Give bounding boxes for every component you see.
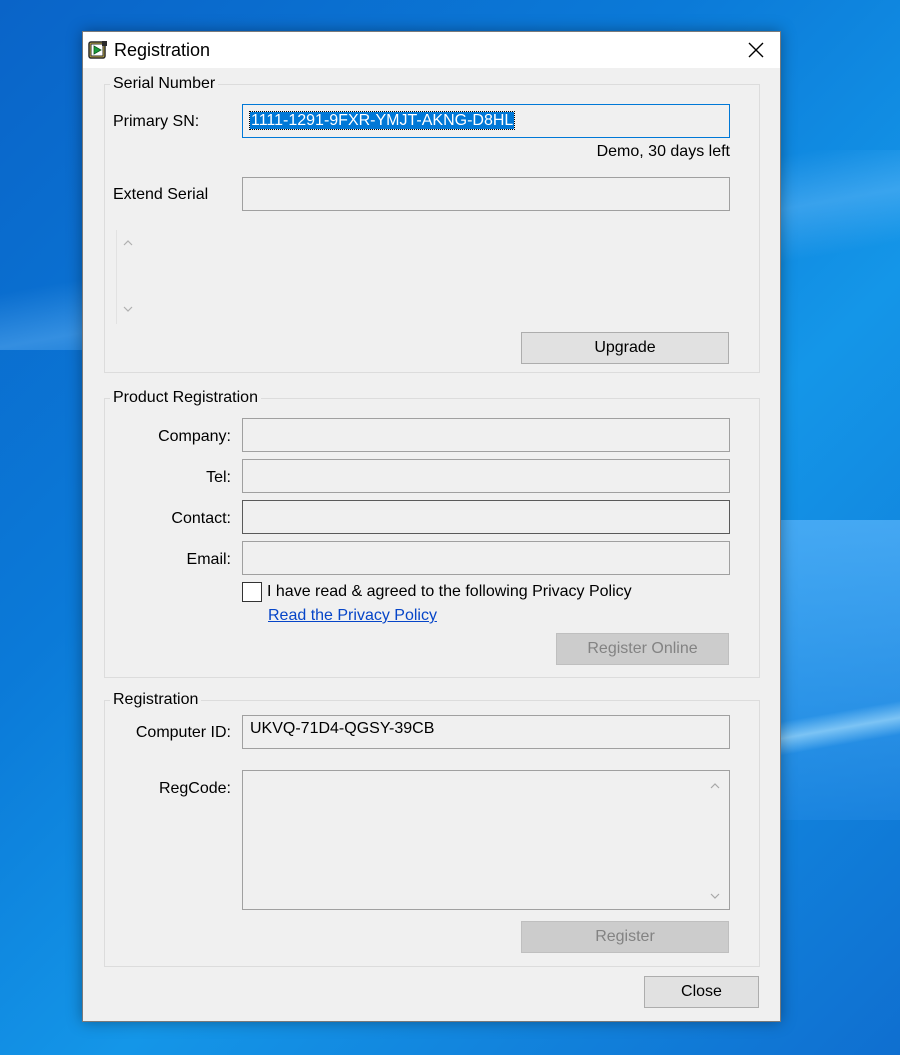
window-close-button[interactable]	[732, 32, 780, 68]
primary-sn-label: Primary SN:	[113, 113, 200, 130]
tel-field[interactable]	[242, 459, 730, 493]
tel-label: Tel:	[206, 469, 231, 486]
regcode-label: RegCode:	[158, 780, 231, 797]
serial-number-legend: Serial Number	[110, 74, 219, 94]
upgrade-button[interactable]: Upgrade	[521, 332, 729, 364]
close-button[interactable]: Close	[644, 976, 759, 1008]
email-field[interactable]	[242, 541, 730, 575]
window-title: Registration	[114, 40, 211, 60]
primary-sn-field[interactable]: 1111-1291-9FXR-YMJT-AKNG-D8HL	[242, 104, 730, 138]
serial-scroll-area[interactable]	[116, 230, 136, 324]
product-registration-legend: Product Registration	[110, 388, 261, 408]
company-label: Company:	[158, 428, 231, 445]
contact-field[interactable]	[242, 500, 730, 534]
extend-serial-label: Extend Serial	[113, 186, 209, 203]
email-label: Email:	[186, 551, 231, 568]
app-icon	[88, 40, 108, 60]
company-field[interactable]	[242, 418, 730, 452]
regcode-textarea[interactable]	[242, 770, 730, 910]
computer-id-label: Computer ID:	[135, 724, 231, 741]
primary-sn-value: 1111-1291-9FXR-YMJT-AKNG-D8HL	[248, 111, 516, 130]
close-icon	[748, 42, 764, 58]
register-button[interactable]: Register	[521, 921, 729, 953]
register-online-button[interactable]: Register Online	[556, 633, 729, 665]
demo-status-text: Demo, 30 days left	[596, 143, 730, 160]
regcode-scroll-down-icon[interactable]	[709, 891, 721, 901]
contact-label: Contact:	[171, 510, 231, 527]
privacy-agree-label[interactable]: I have read & agreed to the following Pr…	[267, 582, 632, 602]
extend-serial-field[interactable]	[242, 177, 730, 211]
title-bar[interactable]: Registration	[83, 32, 780, 68]
privacy-agree-checkbox[interactable]	[242, 582, 262, 602]
desktop-light-streak	[760, 700, 900, 760]
scroll-up-icon[interactable]	[122, 238, 134, 248]
computer-id-field[interactable]: UKVQ-71D4-QGSY-39CB	[242, 715, 730, 749]
registration-legend: Registration	[110, 690, 202, 710]
privacy-policy-link[interactable]: Read the Privacy Policy	[268, 607, 437, 625]
regcode-scroll-up-icon[interactable]	[709, 781, 721, 791]
scroll-down-icon[interactable]	[122, 304, 134, 314]
registration-dialog: Registration Serial Number Primary SN: 1…	[82, 31, 781, 1022]
